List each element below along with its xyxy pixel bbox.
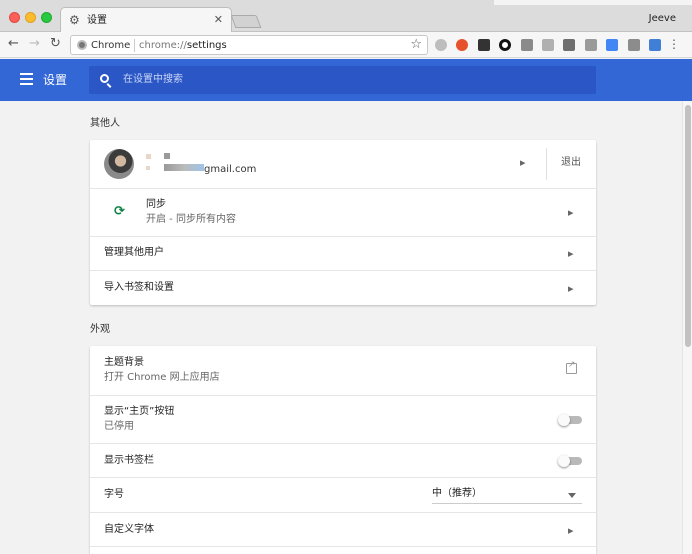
profile-name[interactable]: Jeeve xyxy=(649,12,676,25)
manage-users-row[interactable]: 管理其他用户 ▸ xyxy=(90,236,596,270)
tab-title: 设置 xyxy=(87,15,107,26)
extension-book-icon[interactable] xyxy=(563,39,576,51)
close-tab-icon[interactable]: ✕ xyxy=(214,13,223,26)
omnibox-separator xyxy=(134,39,135,52)
account-row[interactable]: gmail.com ▸ 退出 xyxy=(90,140,596,188)
home-button-label: 显示“主页”按钮 xyxy=(104,406,175,417)
bookmarks-bar-toggle[interactable] xyxy=(558,455,582,467)
search-input[interactable]: 在设置中搜索 xyxy=(89,66,596,94)
extension-gray-circle-icon[interactable] xyxy=(435,39,447,51)
chevron-right-icon: ▸ xyxy=(568,524,574,537)
back-arrow-icon[interactable]: ← xyxy=(8,36,19,52)
redacted-name xyxy=(164,153,170,159)
chrome-chip-label: Chrome xyxy=(91,40,131,51)
theme-label: 主题背景 xyxy=(104,357,144,368)
section-title-people: 其他人 xyxy=(90,118,120,129)
extension-black-ring-icon[interactable] xyxy=(499,39,512,51)
extension-jh-icon[interactable] xyxy=(649,39,661,51)
divider xyxy=(546,148,547,180)
extension-blue-arrow-icon[interactable] xyxy=(606,39,619,51)
reload-icon[interactable]: ↻ xyxy=(50,36,61,52)
external-link-icon[interactable] xyxy=(566,360,577,374)
sync-icon: ⟳ xyxy=(114,204,125,219)
font-size-label: 字号 xyxy=(104,489,124,500)
zoom-window-button[interactable] xyxy=(41,12,52,23)
home-button-sub: 已停用 xyxy=(104,421,134,432)
settings-content: 其他人 gmail.com ▸ 退出 ⟳ 同步 开启 - 同步所有内容 ▸ 管理… xyxy=(0,101,682,554)
tab-settings[interactable]: ⚙ 设置 ✕ xyxy=(60,7,232,33)
bookmark-star-icon[interactable]: ☆ xyxy=(410,37,422,53)
extension-weibo-icon[interactable] xyxy=(456,39,469,51)
bookmarks-bar-label: 显示书签栏 xyxy=(104,455,154,466)
settings-header: 设置 在设置中搜索 xyxy=(0,59,692,101)
chevron-right-icon: ▸ xyxy=(568,247,574,260)
appearance-card: 主题背景 打开 Chrome 网上应用店 显示“主页”按钮 已停用 显示书签栏 … xyxy=(90,346,596,554)
tab-strip-background xyxy=(494,0,692,5)
sync-status: 开启 - 同步所有内容 xyxy=(146,214,236,225)
custom-fonts-row[interactable]: 自定义字体 ▸ xyxy=(90,512,596,546)
minimize-window-button[interactable] xyxy=(25,12,36,23)
extension-s-icon[interactable] xyxy=(627,39,640,51)
font-size-select[interactable]: 中（推荐） xyxy=(432,486,582,504)
search-placeholder: 在设置中搜索 xyxy=(123,74,183,85)
import-label: 导入书签和设置 xyxy=(104,282,174,293)
chevron-right-icon: ▸ xyxy=(520,156,526,169)
dropdown-arrow-icon xyxy=(568,493,576,498)
scrollbar-thumb[interactable] xyxy=(685,105,691,347)
extension-note-icon[interactable] xyxy=(584,39,597,51)
url-text[interactable]: chrome://settings xyxy=(139,39,227,52)
tab-strip: ⚙ 设置 ✕ Jeeve xyxy=(0,0,692,33)
more-menu-icon[interactable]: ⋮ xyxy=(668,37,680,51)
theme-sub: 打开 Chrome 网上应用店 xyxy=(104,372,220,383)
home-button-toggle[interactable] xyxy=(558,414,582,426)
sync-label: 同步 xyxy=(146,199,166,210)
chevron-right-icon: ▸ xyxy=(568,282,574,295)
theme-row[interactable]: 主题背景 打开 Chrome 网上应用店 xyxy=(90,346,596,395)
gear-icon: ⚙ xyxy=(69,13,80,27)
next-settings-row[interactable] xyxy=(90,546,596,554)
new-tab-button[interactable] xyxy=(230,15,262,28)
extension-qrcode-icon[interactable] xyxy=(477,39,490,51)
extension-shield-icon[interactable] xyxy=(520,39,533,51)
avatar xyxy=(104,149,134,179)
scrollbar[interactable] xyxy=(682,101,692,554)
home-button-row: 显示“主页”按钮 已停用 xyxy=(90,395,596,443)
bookmarks-bar-row: 显示书签栏 xyxy=(90,443,596,477)
address-bar[interactable]: Chrome chrome://settings ☆ xyxy=(70,35,428,55)
account-email: gmail.com xyxy=(204,164,257,175)
custom-fonts-label: 自定义字体 xyxy=(104,524,154,535)
forward-arrow-icon[interactable]: → xyxy=(29,36,40,52)
search-icon xyxy=(100,74,109,83)
redacted-name xyxy=(146,154,151,159)
font-size-value: 中（推荐） xyxy=(432,488,482,499)
people-card: gmail.com ▸ 退出 ⟳ 同步 开启 - 同步所有内容 ▸ 管理其他用户… xyxy=(90,140,596,305)
font-size-row: 字号 中（推荐） xyxy=(90,477,596,512)
sync-row[interactable]: ⟳ 同步 开启 - 同步所有内容 ▸ xyxy=(90,188,596,236)
signout-button[interactable]: 退出 xyxy=(561,156,581,170)
manage-users-label: 管理其他用户 xyxy=(104,247,164,258)
redacted-email xyxy=(146,166,150,170)
chrome-logo-icon xyxy=(77,40,87,50)
menu-icon[interactable] xyxy=(20,73,33,85)
page-title: 设置 xyxy=(43,73,68,87)
browser-toolbar: ← → ↻ Chrome chrome://settings ☆ ⋮ xyxy=(0,32,692,58)
close-window-button[interactable] xyxy=(9,12,20,23)
import-row[interactable]: 导入书签和设置 ▸ xyxy=(90,270,596,305)
chevron-right-icon: ▸ xyxy=(568,206,574,219)
redacted-email xyxy=(164,164,204,171)
extension-table-icon[interactable] xyxy=(542,39,554,51)
section-title-appearance: 外观 xyxy=(90,324,110,335)
